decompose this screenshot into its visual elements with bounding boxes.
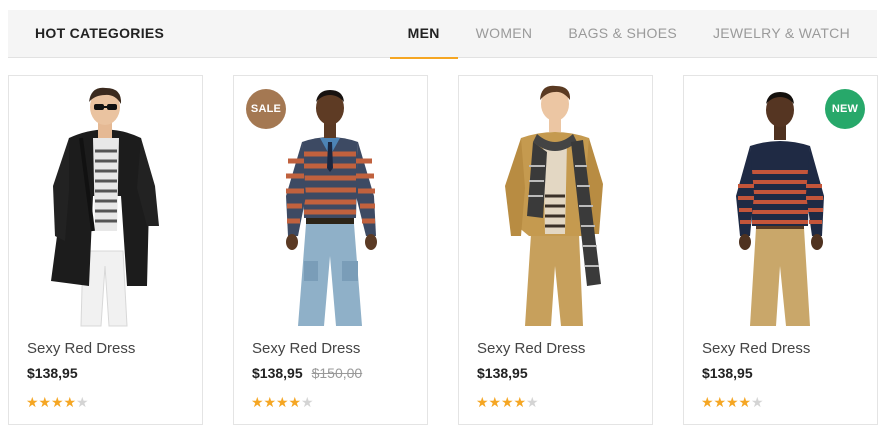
star-filled-icon: ★ <box>38 394 52 410</box>
product-image[interactable] <box>459 76 652 328</box>
star-filled-icon: ★ <box>51 394 64 410</box>
rating-stars: ★★★★★ <box>476 395 539 409</box>
rating-stars: ★★★★★ <box>26 395 89 409</box>
man-tan-jacket-image <box>505 85 603 326</box>
star-filled-icon: ★ <box>63 394 77 410</box>
star-filled-icon: ★ <box>251 394 264 410</box>
rating-stars: ★★★★★ <box>701 395 764 409</box>
product-card[interactable]: NEW Sexy Red Dress $138,95 ★★★★★ <box>683 75 878 425</box>
product-old-price: $150,00 <box>311 365 363 381</box>
rating-stars: ★★★★★ <box>251 395 314 409</box>
hot-categories-header: HOT CATEGORIES MEN WOMEN BAGS & SHOES JE… <box>8 10 877 59</box>
star-empty-icon: ★ <box>76 394 89 410</box>
star-empty-icon: ★ <box>526 394 539 410</box>
product-card[interactable]: SALE Sexy Red Dress $138,95 $150,00 ★★★★★ <box>233 75 428 425</box>
star-filled-icon: ★ <box>288 394 302 410</box>
star-filled-icon: ★ <box>26 394 39 410</box>
product-price: $138,95 <box>27 365 78 381</box>
star-filled-icon: ★ <box>513 394 527 410</box>
product-image[interactable]: NEW <box>684 76 877 328</box>
product-card[interactable]: Sexy Red Dress $138,95 ★★★★★ <box>8 75 203 425</box>
product-name[interactable]: Sexy Red Dress <box>702 340 810 357</box>
star-filled-icon: ★ <box>738 394 752 410</box>
star-filled-icon: ★ <box>501 394 514 410</box>
product-image[interactable] <box>9 76 202 328</box>
product-name[interactable]: Sexy Red Dress <box>27 340 135 357</box>
price-row: $138,95 <box>702 365 753 381</box>
star-empty-icon: ★ <box>301 394 314 410</box>
star-filled-icon: ★ <box>276 394 289 410</box>
tab-bags-shoes[interactable]: BAGS & SHOES <box>550 10 695 57</box>
product-name[interactable]: Sexy Red Dress <box>477 340 585 357</box>
star-filled-icon: ★ <box>713 394 727 410</box>
product-name[interactable]: Sexy Red Dress <box>252 340 360 357</box>
star-filled-icon: ★ <box>701 394 714 410</box>
tab-men[interactable]: MEN <box>389 10 458 59</box>
price-row: $138,95 <box>477 365 528 381</box>
sale-badge: SALE <box>246 89 286 129</box>
price-row: $138,95 <box>27 365 78 381</box>
tab-women[interactable]: WOMEN <box>458 10 551 57</box>
section-title: HOT CATEGORIES <box>35 25 165 41</box>
star-filled-icon: ★ <box>263 394 277 410</box>
product-price: $138,95 <box>252 365 303 381</box>
man-black-coat-image <box>51 87 159 327</box>
product-price: $138,95 <box>702 365 753 381</box>
star-filled-icon: ★ <box>726 394 739 410</box>
new-badge: NEW <box>825 89 865 129</box>
tab-jewelry-watch[interactable]: JEWELRY & WATCH <box>695 10 877 57</box>
star-filled-icon: ★ <box>488 394 502 410</box>
product-price: $138,95 <box>477 365 528 381</box>
price-row: $138,95 $150,00 <box>252 365 362 381</box>
category-tabs: MEN WOMEN BAGS & SHOES JEWELRY & WATCH <box>389 10 877 59</box>
star-filled-icon: ★ <box>476 394 489 410</box>
product-image[interactable]: SALE <box>234 76 427 328</box>
product-card[interactable]: Sexy Red Dress $138,95 ★★★★★ <box>458 75 653 425</box>
product-grid: Sexy Red Dress $138,95 ★★★★★ SALE Sexy R… <box>8 75 878 425</box>
star-empty-icon: ★ <box>751 394 764 410</box>
